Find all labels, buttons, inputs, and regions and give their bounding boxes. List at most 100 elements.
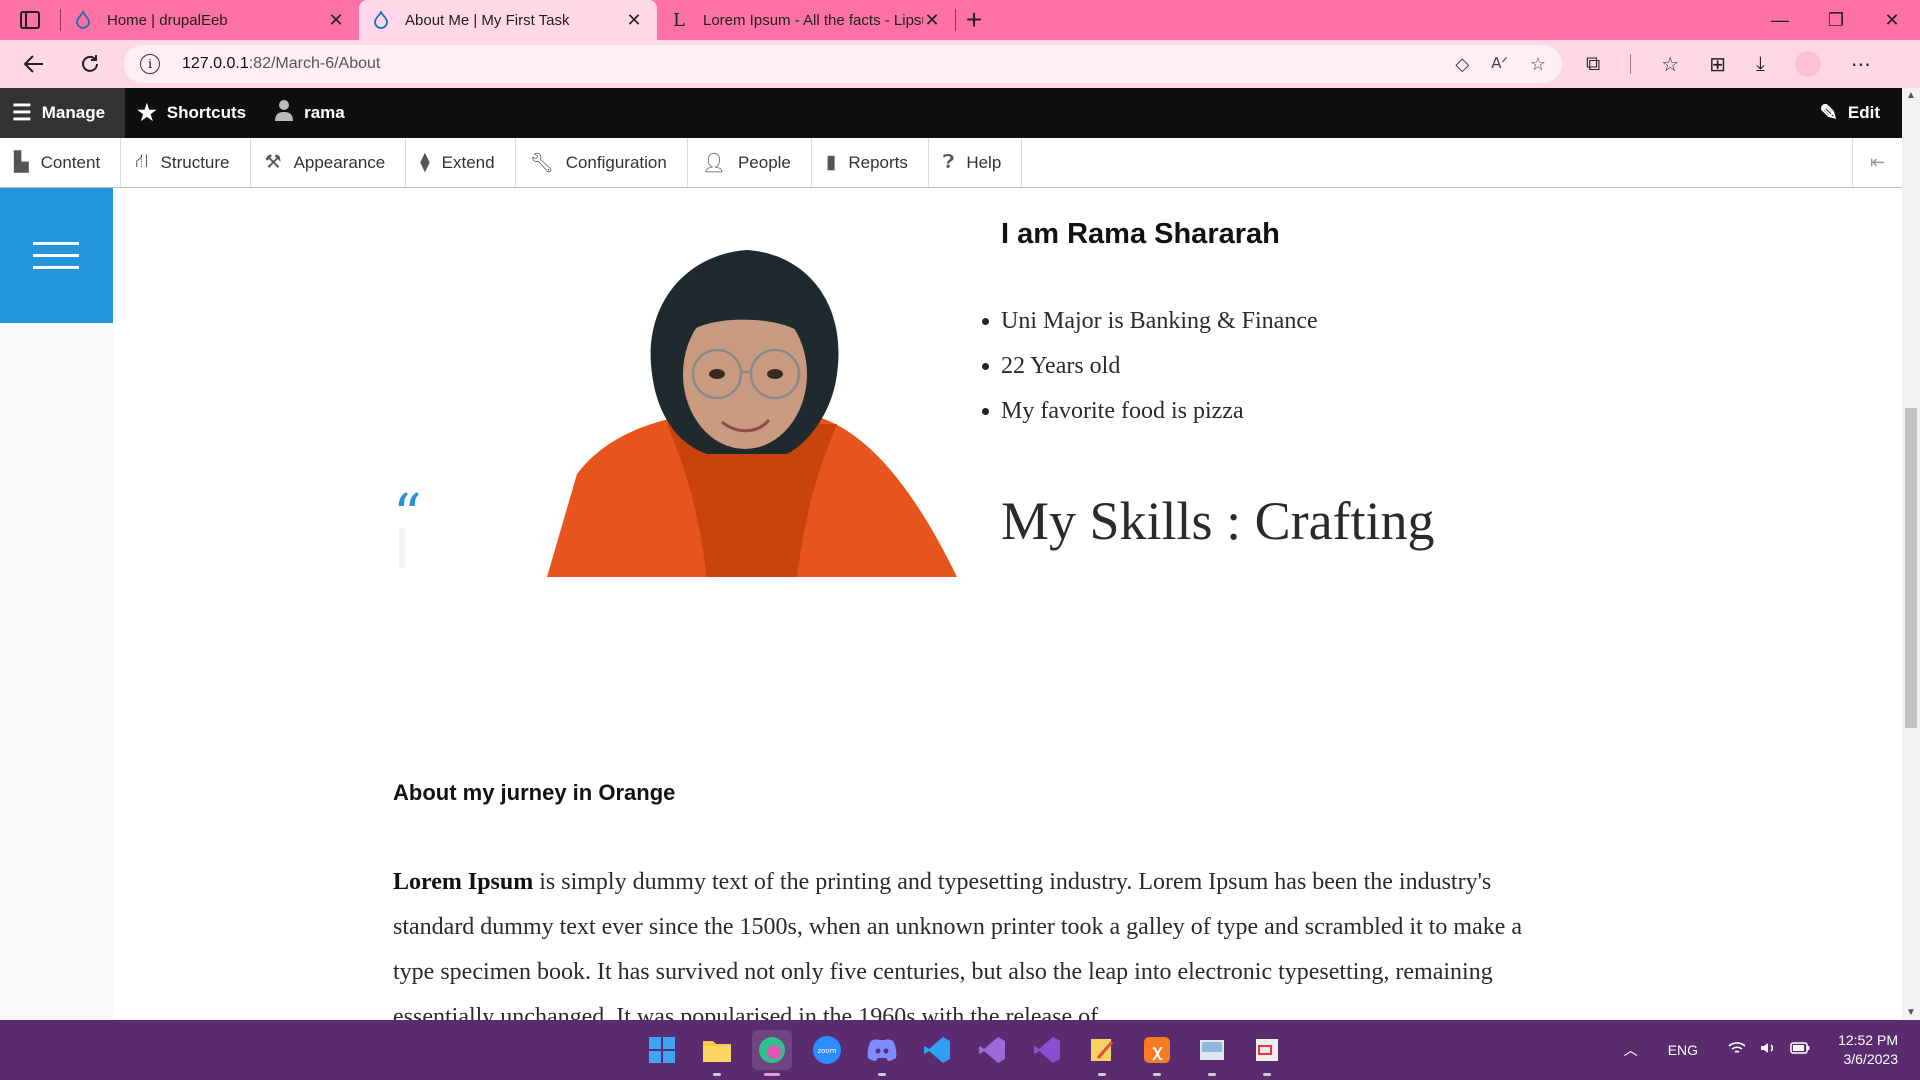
tray-item-label: Content — [40, 152, 101, 172]
scrollbar-thumb[interactable] — [1905, 408, 1917, 728]
drupal-favicon-icon — [75, 11, 91, 29]
profile-avatar[interactable] — [1794, 51, 1821, 77]
windows-start-icon[interactable] — [642, 1030, 682, 1070]
read-aloud-icon[interactable]: Aᐟ — [1491, 54, 1508, 75]
tab-actions-icon — [20, 11, 40, 29]
downloads-icon[interactable]: ⤓ — [1756, 53, 1765, 76]
zoom-icon[interactable]: zoom — [807, 1030, 847, 1070]
running-indicator — [1098, 1073, 1106, 1076]
site-info-icon[interactable]: i — [140, 54, 160, 74]
running-indicator — [713, 1073, 721, 1076]
edge-browser-icon[interactable] — [752, 1030, 792, 1076]
back-arrow-icon — [23, 55, 43, 73]
scroll-down-icon[interactable]: ▼ — [1906, 1007, 1916, 1018]
xampp-icon[interactable]: ꭓ — [1137, 1030, 1177, 1076]
hamburger-line — [33, 266, 79, 269]
browser-tab-lorem[interactable]: L Lorem Ipsum - All the facts - Lipsum ✕ — [657, 0, 955, 40]
close-tab-icon[interactable]: ✕ — [923, 10, 941, 31]
tray-item-configuration[interactable]: 🔧︎ Configuration — [516, 138, 688, 187]
discord-icon[interactable] — [862, 1030, 902, 1076]
add-favorite-icon[interactable]: ☆ — [1530, 54, 1546, 75]
page-scrollbar[interactable]: ▲ ▼ — [1902, 88, 1920, 1020]
tray-item-label: Reports — [848, 152, 908, 172]
tab-actions-button[interactable] — [0, 0, 60, 40]
tray-item-help[interactable]: ❓︎ Help — [929, 138, 1023, 187]
svg-text:zoom: zoom — [817, 1047, 836, 1055]
more-menu-icon[interactable]: ⋯ — [1851, 52, 1871, 77]
browser-tab-about[interactable]: About Me | My First Task ✕ — [359, 0, 657, 40]
lorem-text: is simply dummy text of the printing and… — [393, 869, 1523, 1020]
system-tray: ︿ ENG 12:52 PM 3/6/2023 — [1624, 1020, 1920, 1080]
notepad-icon[interactable] — [1082, 1030, 1122, 1076]
close-tab-icon[interactable]: ✕ — [625, 10, 643, 31]
browser-tab-strip: Home | drupalEeb ✕ About Me | My First T… — [0, 0, 1920, 40]
toolbar-edit-label: Edit — [1847, 103, 1880, 122]
journey-heading: About my jurney in Orange — [393, 780, 676, 805]
tray-item-appearance[interactable]: ⚒ Appearance — [251, 138, 407, 187]
new-tab-button[interactable]: + — [956, 0, 992, 40]
running-indicator — [764, 1073, 780, 1076]
main-menu-button[interactable] — [0, 188, 113, 323]
quick-settings[interactable] — [1728, 1041, 1810, 1060]
tray-item-structure[interactable]: ⛙ Structure — [121, 138, 251, 187]
url-input[interactable]: i 127.0.0.1:82/March-6/About ◇ Aᐟ ☆ — [124, 45, 1562, 83]
browser-tab-home[interactable]: Home | drupalEeb ✕ — [61, 0, 359, 40]
hamburger-icon: ☰ — [12, 100, 32, 125]
visual-studio-icon[interactable] — [972, 1030, 1012, 1070]
vscode-icon[interactable] — [917, 1030, 957, 1070]
drupal-admin-tray: ▙ Content ⛙ Structure ⚒ Appearance ⧫ Extend … — [0, 138, 1902, 188]
extensions-icon[interactable]: ⧉ — [1586, 53, 1600, 76]
list-item: Uni Major is Banking & Finance — [982, 306, 1318, 351]
tray-item-reports[interactable]: ▮ Reports — [812, 138, 929, 187]
bar-chart-icon: ▮ — [825, 152, 837, 173]
toolbar-divider — [1630, 54, 1632, 74]
star-icon: ★ — [137, 100, 157, 125]
file-explorer-icon[interactable] — [697, 1030, 737, 1076]
tab-title: Home | drupalEeb — [107, 11, 228, 29]
list-item: 22 Years old — [982, 351, 1318, 396]
tray-item-people[interactable]: 👤︎ People — [688, 138, 812, 187]
language-indicator[interactable]: ENG — [1668, 1042, 1698, 1058]
volume-icon — [1760, 1041, 1776, 1060]
lorem-bold: Lorem Ipsum — [393, 869, 534, 895]
toolbar-manage[interactable]: ☰ Manage — [0, 88, 126, 138]
close-window-icon[interactable]: ✕ — [1864, 0, 1920, 40]
close-tab-icon[interactable]: ✕ — [327, 10, 345, 31]
tray-orientation-toggle[interactable]: ⇤ — [1852, 138, 1902, 187]
toolbar-shortcuts[interactable]: ★ Shortcuts — [125, 88, 262, 138]
windows-taskbar: zoom ꭓ ︿ ENG 12:52 PM 3/6/2023 — [0, 1020, 1920, 1080]
collections-icon[interactable]: ⊞ — [1709, 52, 1726, 77]
wifi-icon — [1728, 1041, 1746, 1060]
svg-text:ꭓ: ꭓ — [1152, 1041, 1163, 1061]
toolbar-edit[interactable]: ✎ Edit — [1807, 88, 1902, 138]
quote-bar — [399, 528, 405, 568]
running-indicator — [878, 1073, 886, 1076]
refresh-button[interactable] — [68, 44, 112, 84]
skills-heading: My Skills : Crafting — [1001, 491, 1435, 551]
visual-studio-preview-icon[interactable] — [1027, 1030, 1067, 1070]
tray-item-label: Extend — [441, 152, 495, 172]
tray-item-content[interactable]: ▙ Content — [0, 138, 122, 187]
body-paragraph: Lorem Ipsum is simply dummy text of the … — [393, 860, 1533, 1020]
photos-icon[interactable] — [1192, 1030, 1232, 1076]
file-icon: ▙ — [14, 152, 29, 173]
show-hidden-icons-icon[interactable]: ︿ — [1624, 1040, 1638, 1060]
quote-mark-icon: “ — [393, 483, 422, 548]
tab-title: About Me | My First Task — [405, 11, 570, 29]
facts-list: Uni Major is Banking & Finance 22 Years … — [982, 306, 1318, 441]
tray-item-extend[interactable]: ⧫ Extend — [406, 138, 516, 187]
toolbar-user[interactable]: rama — [262, 88, 361, 138]
clock-date: 3/6/2023 — [1843, 1051, 1899, 1067]
scroll-up-icon[interactable]: ▲ — [1906, 90, 1916, 101]
back-button[interactable] — [12, 44, 56, 84]
url-text: 127.0.0.1:82/March-6/About — [182, 55, 381, 72]
tracking-tag-icon[interactable]: ◇ — [1455, 54, 1469, 75]
clock[interactable]: 12:52 PM 3/6/2023 — [1838, 1031, 1898, 1069]
drupal-favicon-icon — [373, 11, 389, 29]
restore-icon[interactable]: ❐ — [1808, 0, 1864, 40]
toolbar-shortcuts-label: Shortcuts — [166, 103, 247, 122]
user-icon — [274, 99, 294, 127]
snipping-tool-icon[interactable] — [1247, 1030, 1287, 1076]
favorites-icon[interactable]: ☆ — [1661, 52, 1679, 77]
minimize-icon[interactable]: — — [1752, 0, 1808, 40]
